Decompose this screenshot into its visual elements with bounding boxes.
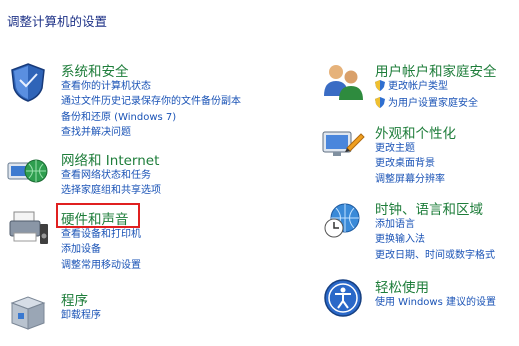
link-change-input-method[interactable]: 更换输入法 — [375, 232, 495, 247]
category-title-system-security[interactable]: 系统和安全 — [61, 60, 129, 80]
category-title-user-accounts[interactable]: 用户帐户和家庭安全 — [375, 60, 497, 80]
printer-speaker-icon[interactable] — [6, 208, 50, 252]
category-title-network-internet[interactable]: 网络和 Internet — [61, 149, 159, 169]
link-view-computer-status[interactable]: 查看你的计算机状态 — [61, 79, 241, 94]
link-backup-restore[interactable]: 备份和还原 (Windows 7) — [61, 110, 241, 125]
link-mobility-settings[interactable]: 调整常用移动设置 — [61, 258, 141, 273]
link-family-safety[interactable]: 为用户设置家庭安全 — [375, 96, 478, 113]
network-globe-icon[interactable] — [6, 149, 50, 193]
link-homegroup-sharing[interactable]: 选择家庭组和共享选项 — [61, 183, 161, 198]
link-screen-resolution[interactable]: 调整屏幕分辨率 — [375, 172, 445, 187]
link-change-background[interactable]: 更改桌面背景 — [375, 156, 445, 171]
uac-shield-icon — [375, 97, 385, 113]
category-title-ease-of-access[interactable]: 轻松使用 — [375, 276, 429, 296]
category-title-programs[interactable]: 程序 — [61, 289, 88, 309]
link-devices-printers[interactable]: 查看设备和打印机 — [61, 227, 141, 242]
category-title-clock-language-region[interactable]: 时钟、语言和区域 — [375, 198, 483, 218]
link-recommended-settings[interactable]: 使用 Windows 建议的设置 — [375, 295, 496, 310]
link-date-time-format[interactable]: 更改日期、时间或数字格式 — [375, 248, 495, 263]
link-change-theme[interactable]: 更改主题 — [375, 141, 445, 156]
category-title-appearance[interactable]: 外观和个性化 — [375, 122, 456, 142]
link-file-history-backup[interactable]: 通过文件历史记录保存你的文件备份副本 — [61, 94, 241, 109]
link-add-language[interactable]: 添加语言 — [375, 217, 495, 232]
users-icon[interactable] — [321, 60, 365, 104]
category-title-hardware-sound[interactable]: 硬件和声音 — [61, 208, 129, 228]
link-label: 更改帐户类型 — [388, 81, 448, 92]
link-add-device[interactable]: 添加设备 — [61, 242, 141, 257]
clock-globe-icon[interactable] — [321, 198, 365, 242]
uac-shield-icon — [375, 80, 385, 96]
security-shield-icon[interactable] — [6, 60, 50, 104]
page-title: 调整计算机的设置 — [7, 14, 108, 29]
link-label: 为用户设置家庭安全 — [388, 98, 478, 110]
accessibility-icon[interactable] — [321, 276, 365, 320]
programs-box-icon[interactable] — [6, 289, 50, 333]
link-network-status[interactable]: 查看网络状态和任务 — [61, 168, 161, 183]
appearance-icon[interactable] — [321, 122, 365, 166]
link-troubleshoot[interactable]: 查找并解决问题 — [61, 125, 241, 140]
link-uninstall-program[interactable]: 卸载程序 — [61, 308, 101, 323]
link-change-account-type[interactable]: 更改帐户类型 — [375, 79, 478, 96]
